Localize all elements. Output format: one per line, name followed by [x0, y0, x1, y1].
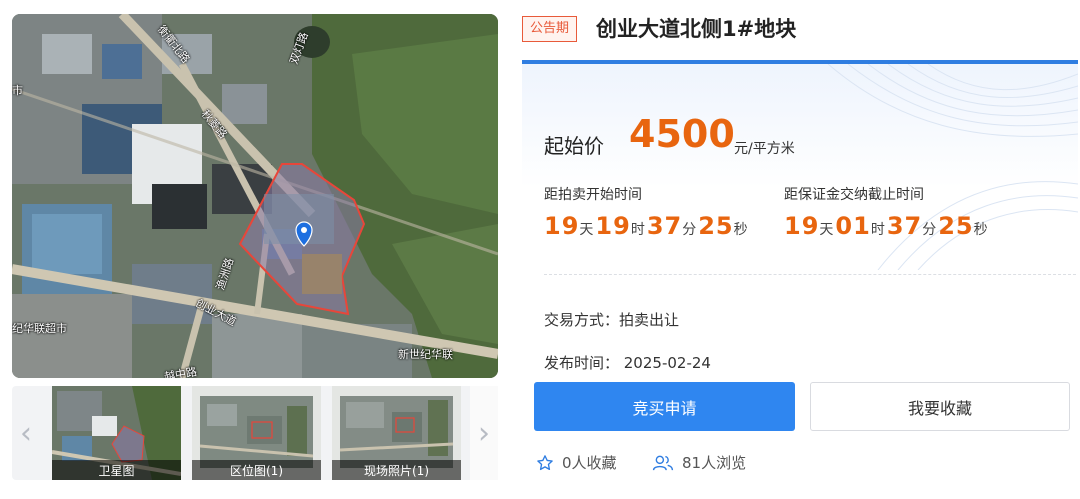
- countdown-days: 19: [784, 212, 820, 240]
- countdown-hours: 01: [835, 212, 871, 240]
- deposit-deadline-countdown: 19天01时37分25秒: [784, 212, 990, 240]
- views-count-label: 81人浏览: [682, 454, 747, 472]
- page-title: 创业大道北侧1#地块: [596, 17, 797, 41]
- thumbnail-caption: 卫星图: [52, 460, 181, 480]
- countdown-unit: 天: [819, 222, 834, 238]
- countdown-unit: 时: [630, 222, 645, 238]
- chevron-left-icon[interactable]: ‹: [12, 386, 40, 480]
- satellite-imagery: [12, 14, 498, 378]
- poi-label: 纪华联超市: [12, 322, 67, 335]
- users-icon: [652, 455, 674, 470]
- status-badge: 公告期: [522, 16, 578, 42]
- countdown-days: 19: [544, 212, 580, 240]
- trade-method: 交易方式：拍卖出让: [544, 311, 680, 329]
- countdown-minutes: 37: [886, 212, 923, 240]
- price-unit: 元/平方米: [734, 141, 795, 157]
- countdown-seconds: 25: [698, 212, 734, 240]
- deposit-deadline-countdown-title: 距保证金交纳截止时间: [784, 187, 924, 203]
- countdown-unit: 分: [682, 222, 697, 238]
- bid-application-button[interactable]: 竞买申请: [534, 382, 795, 431]
- thumbnail-caption: 现场照片(1): [332, 460, 461, 480]
- publish-time: 发布时间： 2025-02-24: [544, 354, 711, 372]
- thumbnail-strip: ‹ 卫星图 区位图(1) 现场照片(1) ›: [12, 386, 498, 480]
- countdown-minutes: 37: [646, 212, 683, 240]
- chevron-right-icon[interactable]: ›: [470, 386, 498, 480]
- views-count: 81人浏览: [652, 452, 746, 473]
- price-card: 起始价 4500 元/平方米 距拍卖开始时间 19天19时37分25秒 距保证金…: [522, 60, 1078, 270]
- countdown-hours: 19: [595, 212, 631, 240]
- auction-start-countdown: 19天19时37分25秒: [544, 212, 750, 240]
- countdown-unit: 时: [870, 222, 885, 238]
- satellite-map[interactable]: 衡衢北路 双灯路 秋菱路 渔洲路 创业大道 越中路 市 纪华联超市 新世纪华联: [12, 14, 498, 378]
- countdown-unit: 秒: [973, 222, 988, 238]
- auction-start-countdown-title: 距拍卖开始时间: [544, 187, 642, 203]
- favorites-count-label: 0人收藏: [562, 454, 617, 472]
- thumbnail-site-photo[interactable]: 现场照片(1): [332, 386, 461, 480]
- thumbnail-location[interactable]: 区位图(1): [192, 386, 321, 480]
- countdown-seconds: 25: [938, 212, 974, 240]
- star-icon: [537, 454, 553, 470]
- thumbnail-caption: 区位图(1): [192, 460, 321, 480]
- countdown-unit: 秒: [733, 222, 748, 238]
- add-favorite-button[interactable]: 我要收藏: [810, 382, 1070, 431]
- favorites-count[interactable]: 0人收藏: [536, 452, 617, 473]
- starting-price-label: 起始价: [544, 134, 604, 158]
- countdown-unit: 分: [922, 222, 937, 238]
- section-divider: [544, 274, 1076, 275]
- thumbnail-satellite[interactable]: 卫星图: [52, 386, 181, 480]
- poi-label: 新世纪华联: [398, 348, 453, 361]
- starting-price-value: 4500: [629, 112, 735, 156]
- countdown-unit: 天: [579, 222, 594, 238]
- place-label: 市: [12, 84, 23, 97]
